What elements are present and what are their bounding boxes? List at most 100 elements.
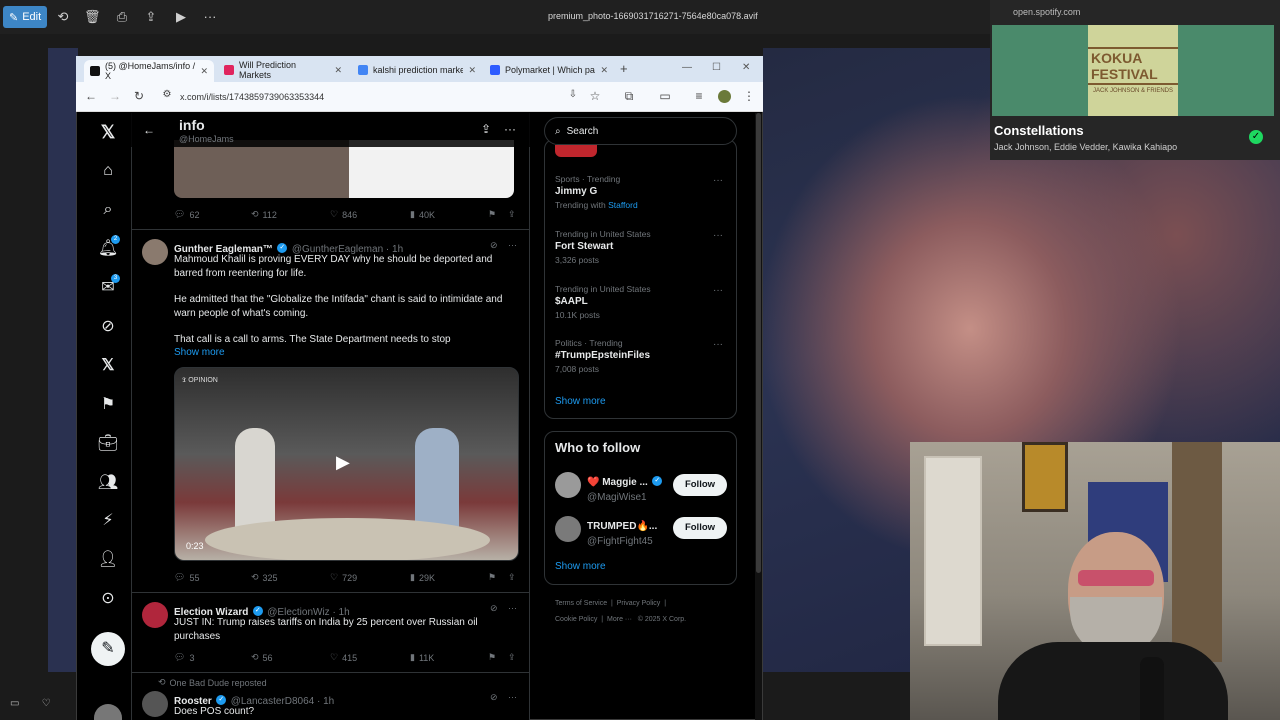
more-circle-icon[interactable]: ⊙	[96, 587, 120, 611]
tab-x-list[interactable]: (5) @HomeJams/info / X ✕	[84, 60, 214, 82]
share-list-icon[interactable]: ⇪	[481, 122, 491, 136]
split-view-icon[interactable]: ▭	[658, 89, 672, 103]
avatar[interactable]	[555, 472, 581, 498]
home-icon[interactable]: ⌂	[96, 159, 120, 183]
post-more-icon[interactable]: ···	[508, 692, 517, 702]
suggested-user[interactable]: ❤️ Maggie ... ✓ @MagiWise1	[587, 472, 663, 503]
view-count[interactable]: ▮ 29K	[410, 572, 435, 583]
show-more-link[interactable]: Show more	[174, 347, 225, 358]
avatar[interactable]	[142, 239, 168, 265]
share-icon[interactable]: ⇪	[508, 572, 516, 583]
slideshow-icon[interactable]: ▶	[173, 9, 189, 25]
repost-count[interactable]: ⟲ 112	[251, 209, 277, 220]
x-logo-icon[interactable]: 𝕏	[96, 120, 120, 144]
trend-item[interactable]: Trending in United States $AAPL 10.1K po…	[555, 284, 730, 320]
favorite-heart-icon[interactable]: ♡	[42, 698, 51, 709]
close-tab-icon[interactable]: ✕	[200, 66, 208, 77]
reload-icon[interactable]: ↻	[132, 89, 146, 103]
bookmark-icon[interactable]: ⚑	[488, 209, 496, 220]
post-image-left[interactable]	[174, 140, 349, 198]
cookie-link[interactable]: Cookie Policy	[555, 616, 597, 623]
bookmark-icon[interactable]: ⚑	[488, 572, 496, 583]
like-count[interactable]: ♡ 729	[330, 572, 357, 583]
trend-item[interactable]: Politics · Trending #TrumpEpsteinFiles 7…	[555, 338, 730, 374]
trend-item[interactable]: Sports · Trending Jimmy G Trending with …	[555, 174, 730, 210]
trends-show-more-link[interactable]: Show more	[555, 396, 606, 407]
grok-post-icon[interactable]: ⊘	[490, 603, 498, 614]
trend-related-link[interactable]: Stafford	[608, 200, 638, 210]
close-tab-icon[interactable]: ✕	[334, 65, 342, 76]
verified-orgs-lightning-icon[interactable]: ⚡︎	[96, 509, 120, 533]
explore-search-icon[interactable]: ⌕	[96, 198, 120, 222]
install-app-icon[interactable]: ⇩	[566, 89, 580, 100]
bookmarks-icon[interactable]: ⚑	[96, 393, 120, 417]
close-tab-icon[interactable]: ✕	[468, 65, 476, 76]
follow-button[interactable]: Follow	[673, 474, 727, 496]
avatar[interactable]	[142, 602, 168, 628]
avatar[interactable]	[555, 516, 581, 542]
rotate-icon[interactable]: ⟲	[55, 9, 71, 25]
follow-show-more-link[interactable]: Show more	[555, 561, 606, 572]
browser-menu-icon[interactable]: ⋮	[742, 89, 756, 103]
premium-x-icon[interactable]: 𝕏	[96, 354, 120, 378]
more-options-icon[interactable]: ···	[202, 9, 218, 25]
post-image-text-screenshot[interactable]	[349, 140, 514, 198]
close-tab-icon[interactable]: ✕	[600, 65, 608, 76]
jobs-briefcase-icon[interactable]: 💼︎	[96, 432, 120, 456]
tab-search-icon[interactable]: ≡	[692, 89, 706, 103]
terms-link[interactable]: Terms of Service	[555, 600, 607, 607]
messages-envelope-icon[interactable]: ✉ 3	[96, 274, 120, 300]
profile-avatar[interactable]	[718, 90, 731, 103]
privacy-link[interactable]: Privacy Policy	[617, 600, 661, 607]
tab-polymarket[interactable]: Polymarket | Which part ✕	[484, 60, 614, 80]
url-field[interactable]: x.com/i/lists/1743859739063353344	[180, 92, 324, 102]
tab-kalshi[interactable]: kalshi prediction market ✕	[352, 60, 482, 80]
minimize-icon[interactable]: —	[682, 62, 692, 73]
grok-icon[interactable]: ⊘	[96, 315, 120, 339]
maximize-icon[interactable]: ☐	[712, 62, 721, 73]
repost-count[interactable]: ⟲ 325	[251, 572, 278, 583]
filmstrip-icon[interactable]: ▭	[10, 698, 19, 709]
like-count[interactable]: ♡ 415	[330, 652, 357, 663]
trend-more-icon[interactable]: ···	[713, 230, 723, 241]
communities-icon[interactable]: 👥︎	[96, 471, 120, 495]
back-icon[interactable]: ←	[84, 89, 98, 103]
grok-post-icon[interactable]: ⊘	[490, 692, 498, 703]
close-window-icon[interactable]: ✕	[742, 62, 750, 73]
repost-note-label[interactable]: One Bad Dude reposted	[170, 678, 267, 688]
delete-icon[interactable]: 🗑	[84, 9, 101, 25]
saved-check-icon[interactable]: ✓	[1249, 130, 1263, 144]
post-more-icon[interactable]: ···	[508, 603, 517, 613]
new-tab-icon[interactable]: +	[620, 61, 628, 76]
post-more-icon[interactable]: ···	[508, 240, 517, 250]
share-icon[interactable]: ⇪	[508, 209, 516, 220]
compose-post-button[interactable]: ✎	[91, 632, 125, 666]
grok-post-icon[interactable]: ⊘	[490, 240, 498, 251]
view-count[interactable]: ▮ 40K	[410, 209, 435, 220]
notifications-bell-icon[interactable]: 🔔︎ 2	[96, 235, 120, 261]
back-arrow-icon[interactable]: ←	[143, 123, 155, 137]
trend-item[interactable]: Trending in United States Fort Stewart 3…	[555, 229, 730, 265]
profile-icon[interactable]: 👤︎	[96, 548, 120, 572]
reply-count[interactable]: 💬︎ 3	[174, 652, 194, 663]
more-link[interactable]: More ···	[607, 616, 632, 623]
bookmark-icon[interactable]: ⚑	[488, 652, 496, 663]
trend-more-icon[interactable]: ···	[713, 339, 723, 350]
forward-icon[interactable]: →	[108, 89, 122, 103]
tab-prediction-markets[interactable]: Will Prediction Markets ✕	[218, 60, 348, 80]
follow-button[interactable]: Follow	[673, 517, 727, 539]
share-icon[interactable]: ⇪	[508, 652, 516, 663]
like-count[interactable]: ♡ 846	[330, 209, 357, 220]
list-more-icon[interactable]: ···	[504, 122, 516, 136]
edit-button[interactable]: ✎ Edit	[3, 6, 47, 28]
search-input[interactable]: ⌕ Search	[544, 117, 737, 145]
suggested-user[interactable]: TRUMPED🔥... @FightFight45	[587, 516, 657, 547]
extensions-icon[interactable]: ⧉	[622, 89, 636, 104]
avatar[interactable]	[142, 691, 168, 717]
reply-count[interactable]: 💬︎ 62	[174, 209, 199, 220]
bookmark-star-icon[interactable]: ☆	[588, 89, 602, 103]
repost-count[interactable]: ⟲ 56	[251, 652, 273, 663]
scrollbar-thumb[interactable]	[756, 113, 761, 573]
share-icon[interactable]: ⇪	[143, 9, 159, 25]
print-icon[interactable]: ⎙	[114, 9, 130, 25]
